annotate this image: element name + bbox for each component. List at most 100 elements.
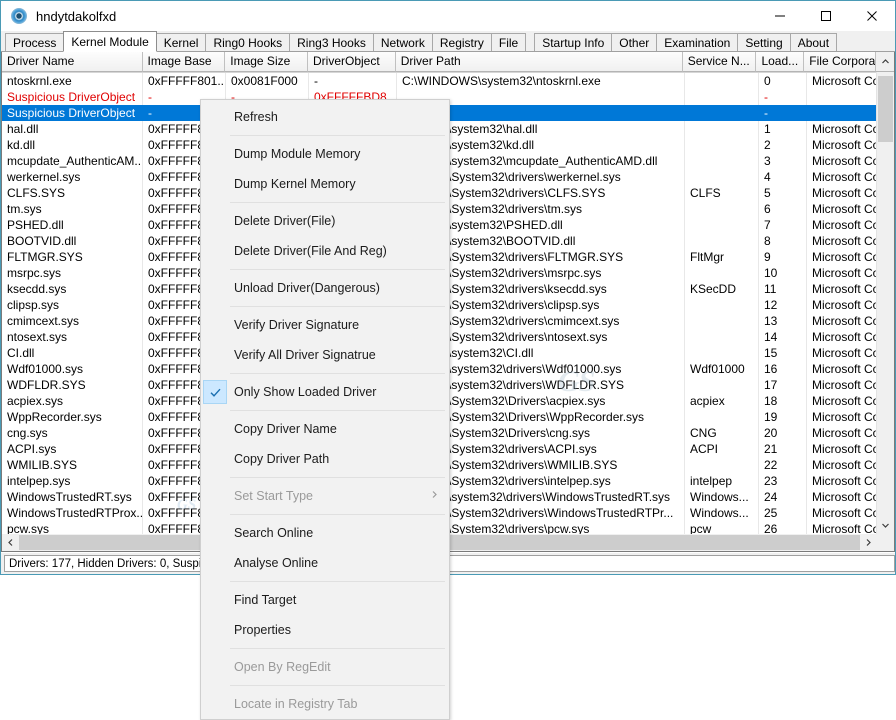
menu-item-label: Dump Kernel Memory: [234, 177, 356, 191]
menu-item-delete-driver-file-and-reg-[interactable]: Delete Driver(File And Reg): [201, 236, 449, 266]
vertical-scrollbar-thumb[interactable]: [878, 76, 893, 142]
menu-item-label: Verify All Driver Signatrue: [234, 348, 376, 362]
chevron-down-icon[interactable]: [877, 517, 894, 534]
tab-about[interactable]: About: [789, 33, 838, 51]
maximize-icon[interactable]: [803, 1, 849, 31]
tab-process[interactable]: Process: [5, 33, 65, 51]
tab-startup-info[interactable]: Startup Info: [534, 33, 613, 51]
menu-item-label: Set Start Type: [234, 489, 313, 503]
sort-indicator-icon[interactable]: [876, 52, 894, 72]
menu-item-label: Copy Driver Name: [234, 422, 337, 436]
chevron-right-icon[interactable]: [860, 534, 877, 551]
menu-item-label: Analyse Online: [234, 556, 319, 570]
tab-other[interactable]: Other: [611, 33, 658, 51]
tab-network[interactable]: Network: [372, 33, 433, 51]
tab-ring0-hooks[interactable]: Ring0 Hooks: [205, 33, 291, 51]
cell-driver-name: hal.dll: [2, 121, 143, 137]
tab-file[interactable]: File: [490, 33, 527, 51]
cell-load-: 10: [759, 265, 807, 281]
cell-service-n-: [685, 297, 759, 313]
cell-service-n-: KSecDD: [685, 281, 759, 297]
menu-item-refresh[interactable]: Refresh: [201, 102, 449, 132]
cell-file-corporat: Microsoft Cor: [812, 298, 884, 312]
cell-service-n-: Windows...: [685, 505, 759, 521]
chevron-right-icon: [430, 490, 439, 502]
cell-driver-name: Suspicious DriverObject: [2, 89, 143, 105]
column-header-service-n-[interactable]: Service N...: [682, 52, 757, 72]
table-row[interactable]: ntoskrnl.exe 0xFFFFF801... 0x0081F000- C:\W…: [2, 73, 894, 89]
cell-driver-path: C:\WINDOWS\system32\ntoskrnl.exe: [397, 73, 685, 89]
tab-ring3-hooks[interactable]: Ring3 Hooks: [289, 33, 374, 51]
context-menu[interactable]: Refresh Dump Module Memory Dump Kernel Mem…: [200, 99, 450, 720]
cell-driver-name: ntoskrnl.exe: [2, 73, 143, 89]
window-controls: [757, 1, 895, 31]
menu-item-copy-driver-name[interactable]: Copy Driver Name: [201, 414, 449, 444]
menu-item-label: Unload Driver(Dangerous): [234, 281, 380, 295]
cell-load-: 9: [759, 249, 807, 265]
cell-image-base: 0xFFFFF801...: [143, 73, 226, 89]
tab-setting[interactable]: Setting: [737, 33, 791, 51]
cell-driver-name: werkernel.sys: [2, 169, 143, 185]
column-header-image-base[interactable]: Image Base: [142, 52, 226, 72]
cell-service-n-: [685, 201, 759, 217]
chevron-left-icon[interactable]: [2, 534, 19, 551]
cell-service-n-: [685, 313, 759, 329]
menu-item-set-start-type: Set Start Type: [201, 481, 449, 511]
cell-load-: 5: [759, 185, 807, 201]
cell-load-: 21: [759, 441, 807, 457]
column-header-load-[interactable]: Load...: [756, 52, 805, 72]
cell-service-n-: CNG: [685, 425, 759, 441]
cell-driver-name: WMILIB.SYS: [2, 457, 143, 473]
column-header-file-corporat[interactable]: File Corporat: [804, 52, 877, 72]
menu-separator: [230, 135, 445, 136]
tab-kernel-module[interactable]: Kernel Module: [63, 31, 157, 52]
cell-file-corporat: Microsoft Cor: [812, 282, 884, 296]
cell-file-corporat: Microsoft Cor: [812, 506, 884, 520]
menu-item-only-show-loaded-driver[interactable]: Only Show Loaded Driver: [201, 377, 449, 407]
menu-item-delete-driver-file-[interactable]: Delete Driver(File): [201, 206, 449, 236]
menu-item-search-online[interactable]: Search Online: [201, 518, 449, 548]
column-header-image-size[interactable]: Image Size: [225, 52, 308, 72]
cell-driver-name: Suspicious DriverObject: [2, 105, 143, 121]
menu-item-analyse-online[interactable]: Analyse Online: [201, 548, 449, 578]
menu-item-unload-driver-dangerous-[interactable]: Unload Driver(Dangerous): [201, 273, 449, 303]
cell-load-: 24: [759, 489, 807, 505]
menu-item-copy-driver-path[interactable]: Copy Driver Path: [201, 444, 449, 474]
column-header-driver-name[interactable]: Driver Name: [2, 52, 143, 72]
column-header-driverobject[interactable]: DriverObject: [307, 52, 396, 72]
cell-file-corporat: Microsoft Cor: [812, 346, 884, 360]
column-header-driver-path[interactable]: Driver Path: [395, 52, 683, 72]
menu-item-properties[interactable]: Properties: [201, 615, 449, 645]
cell-file-corporat: Microsoft Cor: [812, 490, 884, 504]
close-icon[interactable]: [849, 1, 895, 31]
cell-driver-name: tm.sys: [2, 201, 143, 217]
cell-load-: 25: [759, 505, 807, 521]
cell-driver-name: WDFLDR.SYS: [2, 377, 143, 393]
tab-examination[interactable]: Examination: [656, 33, 739, 51]
cell-driver-name: intelpep.sys: [2, 473, 143, 489]
menu-item-label: Find Target: [234, 593, 297, 607]
cell-load-: 7: [759, 217, 807, 233]
tab-registry[interactable]: Registry: [431, 33, 492, 51]
menu-item-verify-driver-signature[interactable]: Verify Driver Signature: [201, 310, 449, 340]
menu-item-dump-kernel-memory[interactable]: Dump Kernel Memory: [201, 169, 449, 199]
menu-item-find-target[interactable]: Find Target: [201, 585, 449, 615]
cell-driver-name: acpiex.sys: [2, 393, 143, 409]
application-window: hndytdakolfxd Process Kernel Module Kernel…: [0, 0, 896, 720]
cell-service-n-: [685, 105, 759, 121]
cell-load-: 8: [759, 233, 807, 249]
cell-service-n-: Windows...: [685, 489, 759, 505]
menu-item-label: Dump Module Memory: [234, 147, 361, 161]
menu-item-verify-all-driver-signatrue[interactable]: Verify All Driver Signatrue: [201, 340, 449, 370]
vertical-scrollbar[interactable]: [876, 72, 894, 534]
cell-service-n-: FltMgr: [685, 249, 759, 265]
menu-separator: [230, 306, 445, 307]
minimize-icon[interactable]: [757, 1, 803, 31]
tab-kernel[interactable]: Kernel: [155, 33, 207, 51]
cell-service-n-: intelpep: [685, 473, 759, 489]
menu-item-label: Copy Driver Path: [234, 452, 330, 466]
menu-item-dump-module-memory[interactable]: Dump Module Memory: [201, 139, 449, 169]
menu-item-label: Search Online: [234, 526, 314, 540]
cell-service-n-: [685, 137, 759, 153]
cell-driver-name: ACPI.sys: [2, 441, 143, 457]
